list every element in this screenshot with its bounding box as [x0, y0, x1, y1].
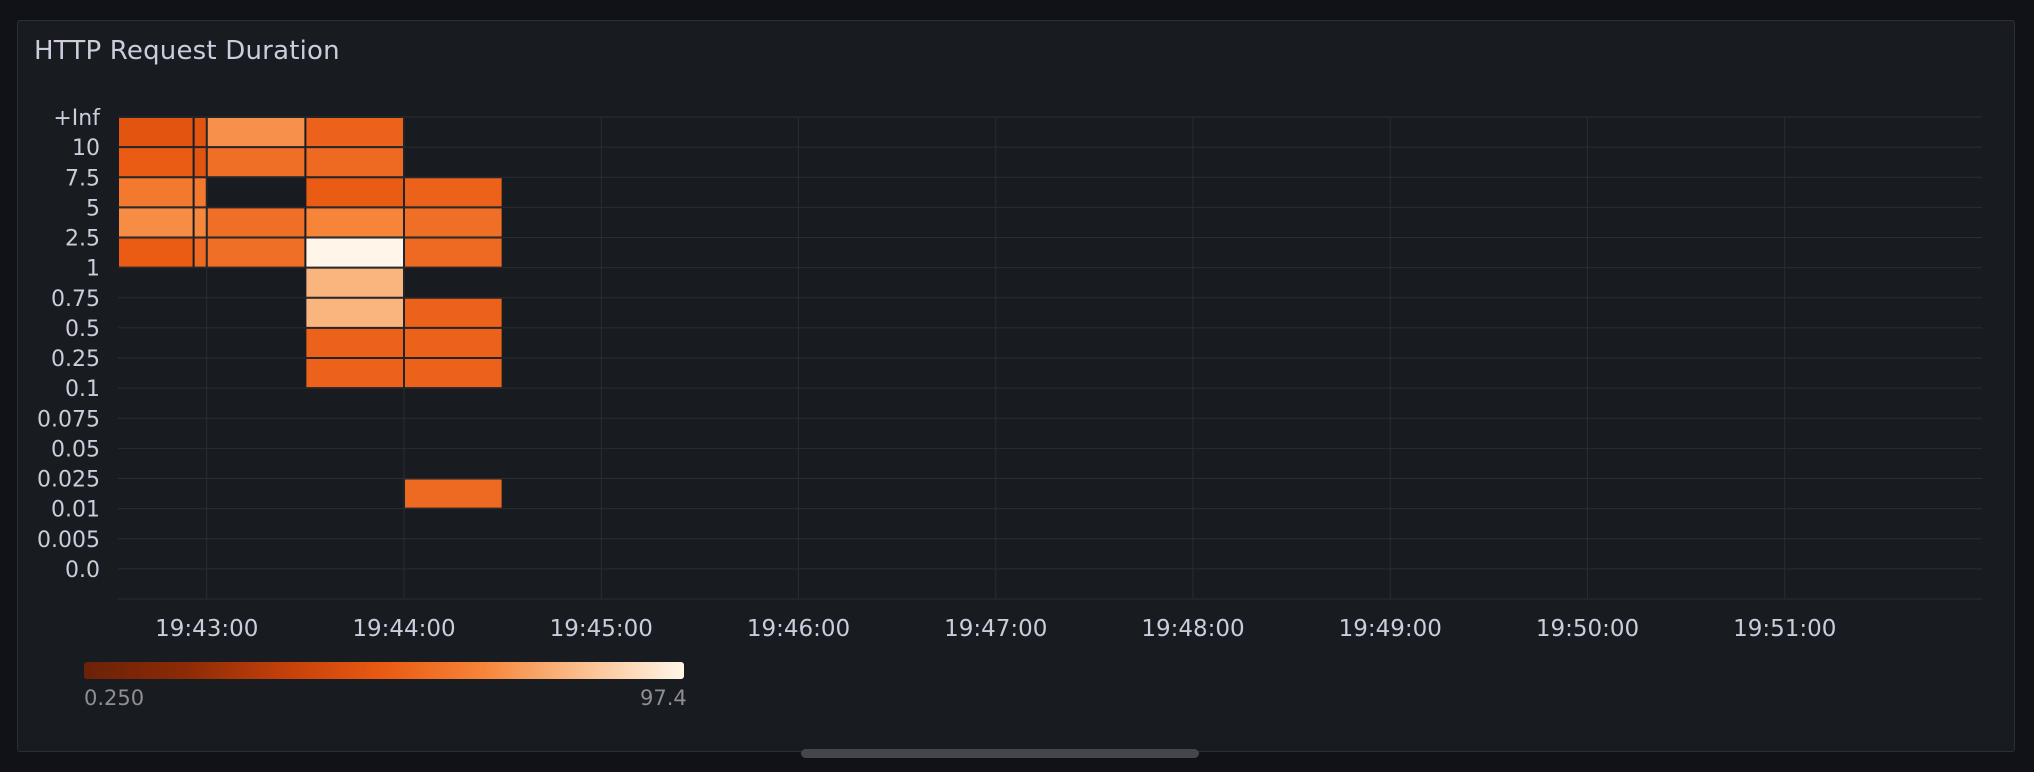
heatmap-cell[interactable]	[306, 178, 404, 207]
heatmap-cell[interactable]	[306, 298, 404, 327]
x-tick-label: 19:51:00	[1733, 616, 1836, 642]
y-tick-label: 0.1	[65, 377, 100, 402]
x-tick-label: 19:47:00	[944, 616, 1047, 642]
y-tick-label: +Inf	[53, 106, 101, 131]
x-tick-label: 19:46:00	[747, 616, 850, 642]
heatmap-cell[interactable]	[405, 238, 502, 267]
legend-max-label: 97.4	[640, 686, 687, 710]
heatmap-chart[interactable]: 0.0 0.005 0.01 0.025 0.05 0.075 0.1 0.25 0.5 0.75…	[0, 0, 2034, 772]
y-tick-label: 0.25	[51, 347, 100, 372]
heatmap-cell[interactable]	[207, 238, 305, 267]
y-tick-label: 5	[86, 196, 100, 221]
heatmap-cell[interactable]	[119, 118, 193, 147]
x-tick-label: 19:45:00	[550, 616, 653, 642]
y-tick-label: 0.0	[65, 558, 100, 583]
heatmap-cell[interactable]	[194, 238, 206, 267]
heatmap-cell[interactable]	[405, 208, 502, 237]
x-tick-label: 19:44:00	[352, 616, 455, 642]
heatmap-cells	[119, 118, 502, 508]
heatmap-cell[interactable]	[306, 118, 404, 147]
heatmap-cell[interactable]	[119, 238, 193, 267]
x-tick-label: 19:48:00	[1141, 616, 1244, 642]
heatmap-cell[interactable]	[405, 328, 502, 357]
y-tick-label: 2.5	[65, 227, 100, 252]
y-tick-label: 1	[86, 257, 100, 282]
color-scale-legend	[84, 662, 684, 679]
y-tick-label: 7.5	[65, 166, 100, 191]
heatmap-cell[interactable]	[194, 148, 206, 177]
heatmap-cell[interactable]	[405, 479, 502, 508]
heatmap-cell[interactable]	[306, 208, 404, 237]
y-tick-label: 0.075	[37, 407, 100, 432]
heatmap-cell[interactable]	[119, 178, 193, 207]
heatmap-cell[interactable]	[306, 328, 404, 357]
heatmap-cell[interactable]	[306, 148, 404, 177]
heatmap-cell[interactable]	[306, 359, 404, 388]
heatmap-cell[interactable]	[405, 178, 502, 207]
horizontal-scrollbar[interactable]	[801, 749, 1199, 758]
x-tick-label: 19:43:00	[155, 616, 258, 642]
y-tick-label: 0.75	[51, 287, 100, 312]
heatmap-cell[interactable]	[119, 148, 193, 177]
y-tick-label: 0.025	[37, 468, 100, 493]
heatmap-cell[interactable]	[119, 208, 193, 237]
y-tick-label: 0.5	[65, 317, 100, 342]
heatmap-cell[interactable]	[207, 208, 305, 237]
heatmap-cell[interactable]	[207, 148, 305, 177]
y-tick-label: 0.01	[51, 498, 100, 523]
heatmap-cell[interactable]	[194, 178, 206, 207]
x-axis-ticks: 19:43:00 19:44:00 19:45:00 19:46:00 19:47:00…	[155, 616, 1836, 642]
x-tick-label: 19:49:00	[1339, 616, 1442, 642]
heatmap-cell[interactable]	[194, 118, 206, 147]
heatmap-cell[interactable]	[405, 298, 502, 327]
heatmap-cell[interactable]	[306, 268, 404, 297]
y-tick-label: 0.05	[51, 437, 100, 462]
legend-min-label: 0.250	[84, 686, 145, 710]
y-axis-ticks: 0.0 0.005 0.01 0.025 0.05 0.075 0.1 0.25 0.5 0.75…	[37, 106, 101, 583]
y-tick-label: 0.005	[37, 528, 100, 553]
y-tick-label: 10	[72, 136, 100, 161]
heatmap-cell[interactable]	[194, 208, 206, 237]
heatmap-cell[interactable]	[207, 118, 305, 147]
heatmap-cell[interactable]	[306, 238, 404, 267]
x-tick-label: 19:50:00	[1536, 616, 1639, 642]
heatmap-cell[interactable]	[405, 359, 502, 388]
